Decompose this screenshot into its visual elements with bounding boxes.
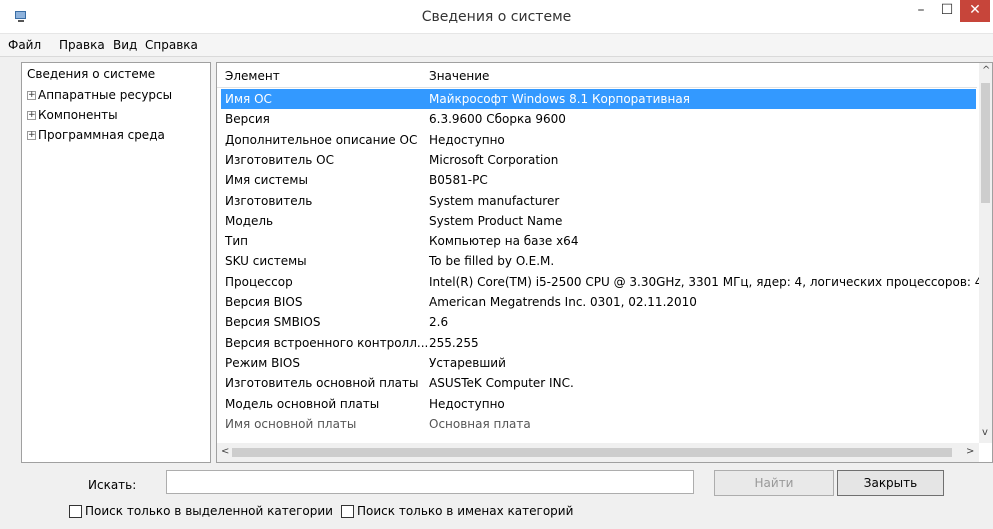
cell-value: ASUSTeK Computer INC. (429, 376, 574, 391)
cell-value: System Product Name (429, 213, 563, 228)
cell-value: American Megatrends Inc. 0301, 02.11.201… (429, 295, 697, 309)
search-category-names-checkbox[interactable] (341, 505, 354, 518)
cell-element: Изготовитель ОС (225, 152, 334, 167)
cell-element: Версия встроенного контролл... (225, 335, 429, 350)
cell-value: B0581-PC (429, 173, 488, 188)
cell-element: Имя системы (225, 173, 308, 188)
cell-value: Недоступно (429, 396, 505, 411)
maximize-button[interactable]: ☐ (934, 0, 960, 22)
cell-value: Компьютер на базе x64 (429, 234, 579, 249)
cell-element: Модель (225, 213, 274, 228)
expand-icon[interactable]: + (27, 91, 36, 100)
scroll-down-icon[interactable]: v (982, 427, 988, 438)
cell-element: Дополнительное описание ОС (225, 132, 418, 147)
close-button[interactable]: Закрыть (837, 470, 944, 496)
cell-value: Устаревший (429, 355, 506, 370)
horizontal-scroll-thumb[interactable] (232, 448, 952, 457)
title-bar: Сведения о системе – ☐ ✕ (0, 0, 993, 34)
horizontal-scrollbar[interactable]: < > (217, 443, 979, 462)
table-row[interactable]: Дополнительное описание ОС Недоступно (221, 130, 976, 150)
tree-item-system-summary[interactable]: Сведения о системе (27, 67, 155, 81)
table-row[interactable]: Имя ОС Майкрософт Windows 8.1 Корпоративн… (221, 89, 976, 109)
cell-element: Режим BIOS (225, 355, 300, 370)
cell-element: Имя основной платы (225, 416, 357, 431)
cell-element: Изготовитель основной платы (225, 376, 419, 391)
search-selected-category-checkbox[interactable] (69, 505, 82, 518)
table-row[interactable]: Версия встроенного контролл... 255.255 (221, 333, 976, 353)
table-row[interactable]: Изготовитель System manufacturer (221, 191, 976, 211)
vertical-scroll-thumb[interactable] (981, 83, 990, 203)
scroll-left-icon[interactable]: < (221, 446, 229, 457)
tree-item-hardware-resources[interactable]: + Аппаратные ресурсы (27, 88, 172, 102)
cell-value: 6.3.9600 Сборка 9600 (429, 112, 566, 127)
close-window-button[interactable]: ✕ (960, 0, 990, 22)
menu-bar: Файл Правка Вид Справка (0, 34, 993, 57)
menu-edit[interactable]: Правка (59, 38, 105, 52)
table-row[interactable]: Процессор Intel(R) Core(TM) i5-2500 CPU @… (221, 272, 982, 292)
scroll-right-icon[interactable]: > (966, 446, 974, 457)
cell-value: 2.6 (429, 315, 449, 330)
column-header-value[interactable]: Значение (429, 69, 489, 83)
cell-value: Недоступно (429, 132, 505, 147)
cell-value: Microsoft Corporation (429, 152, 559, 167)
expand-icon[interactable]: + (27, 131, 36, 140)
table-row[interactable]: Изготовитель основной платы ASUSTeK Compu… (221, 373, 976, 393)
cell-value: Intel(R) Core(TM) i5-2500 CPU @ 3.30GHz,… (429, 274, 983, 289)
table-row[interactable]: Версия SMBIOS 2.6 (221, 312, 976, 332)
search-selected-category-option[interactable]: Поиск только в выделенной категории (69, 504, 333, 518)
search-label: Искать: (88, 478, 137, 492)
table-row[interactable]: Версия 6.3.9600 Сборка 9600 (221, 109, 976, 129)
column-header-element[interactable]: Элемент (225, 69, 280, 83)
table-row[interactable]: Модель основной платы Недоступно (221, 394, 976, 414)
tree-item-label: Аппаратные ресурсы (38, 88, 173, 102)
table-row[interactable]: Режим BIOS Устаревший (221, 353, 976, 373)
table-row[interactable]: Изготовитель ОС Microsoft Corporation (221, 150, 976, 170)
cell-value: System manufacturer (429, 193, 560, 208)
cell-value: Основная плата (429, 416, 531, 431)
cell-value: To be filled by O.E.M. (429, 254, 555, 269)
tree-item-software-environment[interactable]: + Программная среда (27, 128, 165, 142)
tree-item-components[interactable]: + Компоненты (27, 108, 118, 122)
cell-element: Модель основной платы (225, 396, 380, 411)
window-title: Сведения о системе (421, 9, 572, 25)
cell-element: Версия SMBIOS (225, 315, 321, 330)
search-selected-category-label: Поиск только в выделенной категории (85, 504, 333, 518)
find-button[interactable]: Найти (714, 470, 834, 496)
table-row[interactable]: Модель System Product Name (221, 211, 976, 231)
search-category-names-option[interactable]: Поиск только в именах категорий (341, 504, 573, 518)
vertical-scrollbar[interactable]: ^ v (979, 63, 992, 443)
cell-element: Версия (225, 112, 270, 127)
table-row[interactable]: Имя основной платы Основная плата (221, 414, 976, 434)
search-input[interactable] (166, 470, 694, 494)
cell-element: Имя ОС (225, 92, 272, 106)
scroll-up-icon[interactable]: ^ (982, 65, 990, 76)
cell-element: Изготовитель (225, 193, 313, 208)
search-category-names-label: Поиск только в именах категорий (357, 504, 574, 518)
minimize-button[interactable]: – (908, 0, 934, 22)
cell-value: Майкрософт Windows 8.1 Корпоративная (429, 92, 690, 106)
tree-item-label: Программная среда (38, 128, 165, 142)
menu-view[interactable]: Вид (113, 38, 137, 52)
menu-file[interactable]: Файл (8, 38, 41, 52)
details-list[interactable]: Элемент Значение Имя ОС Майкрософт Window… (216, 62, 993, 463)
category-tree[interactable]: Сведения о системе + Аппаратные ресурсы +… (21, 62, 211, 463)
menu-help[interactable]: Справка (145, 38, 198, 52)
table-row[interactable]: SKU системы To be filled by O.E.M. (221, 251, 976, 271)
expand-icon[interactable]: + (27, 111, 36, 120)
cell-element: Версия BIOS (225, 295, 303, 309)
cell-element: Процессор (225, 274, 293, 289)
table-row[interactable]: Тип Компьютер на базе x64 (221, 231, 976, 251)
table-row[interactable]: Версия BIOS American Megatrends Inc. 0301… (221, 292, 976, 312)
list-header: Элемент Значение (217, 63, 977, 88)
cell-value: 255.255 (429, 335, 479, 350)
cell-element: SKU системы (225, 254, 307, 269)
cell-element: Тип (225, 234, 248, 249)
table-row[interactable]: Имя системы B0581-PC (221, 170, 976, 190)
tree-item-label: Компоненты (38, 108, 118, 122)
